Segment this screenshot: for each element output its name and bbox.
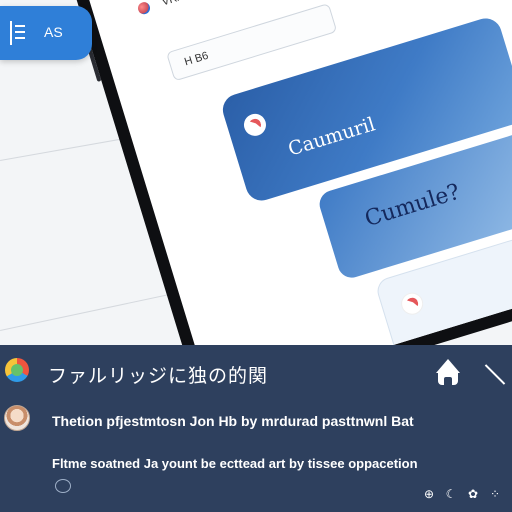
- close-icon[interactable]: [484, 363, 506, 385]
- badge-label: AS: [44, 24, 63, 40]
- chat-panel: ファルリッジに独の的関 Thetion pfjestmtosn Jon Hb b…: [0, 345, 512, 512]
- profile-label: VRAD: [160, 0, 193, 8]
- app-logo-icon: [5, 358, 29, 382]
- share-icon[interactable]: ⁘: [488, 487, 502, 501]
- chat-panel-header: ファルリッジに独の的関: [0, 345, 512, 397]
- avatar: [4, 405, 30, 431]
- panel-title: ファルリッジに独の的関: [48, 365, 269, 387]
- moon-icon[interactable]: ☾: [444, 487, 458, 501]
- chat-toolbar: ⊕ ☾ ✿ ⁘: [422, 487, 502, 501]
- search-text: H B6: [182, 49, 210, 69]
- brand-logo-icon: [398, 289, 426, 318]
- question-title: Cumule?: [362, 179, 463, 233]
- phone-device: ∧ VRAD H B6 Caumuril Cumule?: [40, 0, 512, 345]
- settings-icon[interactable]: ✿: [466, 487, 480, 501]
- home-icon-door: [444, 377, 452, 385]
- phone-screen: ∧ VRAD H B6 Caumuril Cumule?: [54, 0, 512, 345]
- brand-logo-icon: [241, 111, 269, 139]
- profile-avatar-icon: [136, 0, 152, 16]
- chat-bubble-icon[interactable]: [55, 479, 71, 493]
- card-title: Caumuril: [285, 113, 378, 161]
- zoom-icon[interactable]: ⊕: [422, 487, 436, 501]
- floating-badge[interactable]: AS: [0, 6, 92, 60]
- list-icon: [10, 21, 30, 45]
- chat-message: Fltme soatned Ja yount be ecttead art by…: [52, 456, 418, 471]
- chat-message: Thetion pfjestmtosn Jon Hb by mrdurad pa…: [52, 413, 414, 429]
